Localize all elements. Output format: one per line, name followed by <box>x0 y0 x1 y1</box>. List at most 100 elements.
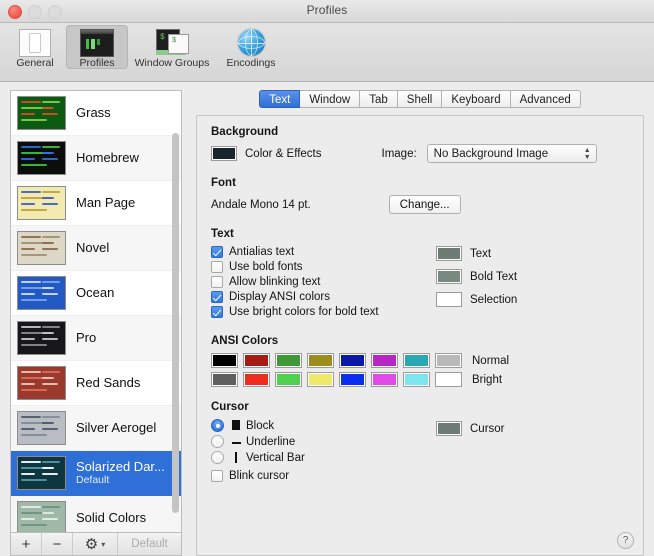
background-row: Color & Effects Image: No Background Ima… <box>211 144 629 163</box>
title-bar: Profiles <box>0 0 654 23</box>
radio-cursor-vertical-bar[interactable]: Vertical Bar <box>211 451 426 464</box>
color-well-row-selection: Selection <box>436 292 517 307</box>
profile-list-item[interactable]: Grass <box>11 91 181 136</box>
radio-label: Block <box>246 419 275 432</box>
ansi-normal-color-7[interactable] <box>435 353 462 368</box>
ansi-row-normal: Normal <box>211 353 629 368</box>
toolbar-item-general[interactable]: General <box>4 25 66 69</box>
checkbox-use-bold-fonts[interactable]: Use bold fonts <box>211 261 426 273</box>
ansi-normal-color-6[interactable] <box>403 353 430 368</box>
checkbox-allow-blinking-text[interactable]: Allow blinking text <box>211 276 426 288</box>
profile-name: Solarized Dar... <box>76 459 165 474</box>
tab-keyboard[interactable]: Keyboard <box>442 90 511 108</box>
profile-list-item[interactable]: Man Page <box>11 181 181 226</box>
font-section-title: Font <box>211 177 236 189</box>
color-effects-label: Color & Effects <box>245 147 322 160</box>
ansi-bright-color-5[interactable] <box>371 372 398 387</box>
radio-cursor-block[interactable]: Block <box>211 419 426 432</box>
selection-color-well[interactable] <box>436 292 462 307</box>
cursor-radio-group: Block Underline Vertical Bar Blink cursor <box>211 419 426 485</box>
profile-list-item[interactable]: Solid Colors <box>11 496 181 532</box>
profile-list-item[interactable]: Homebrew <box>11 136 181 181</box>
checkbox-label: Allow blinking text <box>229 276 321 288</box>
gear-icon: ⚙ <box>84 536 99 553</box>
tab-text[interactable]: Text <box>259 90 301 108</box>
cursor-color-well[interactable] <box>436 421 462 436</box>
tab-advanced[interactable]: Advanced <box>510 90 581 108</box>
toolbar-item-window-groups[interactable]: Window Groups <box>128 25 216 69</box>
profile-name: Pro <box>76 330 97 345</box>
checkbox-display-ansi-colors[interactable]: Display ANSI colors <box>211 291 426 303</box>
ansi-normal-color-2[interactable] <box>275 353 302 368</box>
profile-name: Ocean <box>76 285 115 300</box>
settings-pane: Text Window Tab Shell Keyboard Advanced Backg… <box>190 82 654 556</box>
chevron-down-icon: ▾ <box>101 539 106 549</box>
ansi-normal-color-4[interactable] <box>339 353 366 368</box>
ansi-bright-color-7[interactable] <box>435 372 462 387</box>
checkbox-box <box>211 291 223 303</box>
profile-default-badge: Default <box>76 474 110 487</box>
toolbar-item-encodings[interactable]: Encodings <box>216 25 286 69</box>
ansi-bright-color-3[interactable] <box>307 372 334 387</box>
ansi-normal-color-5[interactable] <box>371 353 398 368</box>
help-button[interactable]: ? <box>617 532 634 549</box>
cursor-options-row: Block Underline Vertical Bar Blink cursor C… <box>211 419 629 485</box>
profile-thumbnail <box>17 186 66 220</box>
ansi-row-label: Normal <box>472 354 510 367</box>
toolbar-item-profiles[interactable]: Profiles <box>66 25 128 69</box>
ansi-bright-color-4[interactable] <box>339 372 366 387</box>
ansi-normal-color-1[interactable] <box>243 353 270 368</box>
background-image-select[interactable]: No Background Image ▲ ▼ <box>426 144 597 163</box>
ansi-normal-color-0[interactable] <box>211 353 238 368</box>
window-title: Profiles <box>306 3 348 17</box>
radio-cursor-underline[interactable]: Underline <box>211 435 426 448</box>
profile-thumbnail <box>17 141 66 175</box>
cursor-underline-icon <box>230 436 242 448</box>
add-profile-button[interactable]: + <box>11 533 42 555</box>
profile-thumbnail <box>17 321 66 355</box>
radio-label: Vertical Bar <box>246 451 305 464</box>
checkbox-antialias-text[interactable]: Antialias text <box>211 246 426 258</box>
background-color-well[interactable] <box>211 146 237 161</box>
tab-shell[interactable]: Shell <box>397 90 443 108</box>
profile-thumbnail <box>17 411 66 445</box>
tab-tab[interactable]: Tab <box>360 90 398 108</box>
profile-list-footer: + − ⚙ ▾ Default <box>10 532 182 556</box>
profile-list-scrollbar[interactable] <box>172 133 179 513</box>
ansi-bright-color-6[interactable] <box>403 372 430 387</box>
ansi-bright-color-2[interactable] <box>275 372 302 387</box>
text-color-well[interactable] <box>436 246 462 261</box>
remove-profile-button[interactable]: − <box>42 533 73 555</box>
profile-list-item[interactable]: Red Sands <box>11 361 181 406</box>
profile-list-item[interactable]: Solarized Dar... Default <box>11 451 181 496</box>
ansi-normal-color-3[interactable] <box>307 353 334 368</box>
preferences-window: Profiles General Profiles Window Groups … <box>0 0 654 556</box>
profile-actions-button[interactable]: ⚙ ▾ <box>73 533 118 555</box>
profile-name: Man Page <box>76 195 136 210</box>
profile-thumbnail <box>17 276 66 310</box>
color-well-row-text: Text <box>436 246 517 261</box>
ansi-bright-color-1[interactable] <box>243 372 270 387</box>
text-options-row: Antialias text Use bold fonts Allow blinki… <box>211 246 629 321</box>
profile-list-item[interactable]: Ocean <box>11 271 181 316</box>
text-color-well-group: Text Bold Text Selection <box>436 246 517 315</box>
color-well-label: Text <box>470 247 492 260</box>
text-section-title: Text <box>211 228 234 240</box>
profile-list-item[interactable]: Pro <box>11 316 181 361</box>
profile-list-item[interactable]: Novel <box>11 226 181 271</box>
color-well-label: Selection <box>470 293 518 306</box>
cursor-color-label: Cursor <box>470 422 505 435</box>
set-default-button[interactable]: Default <box>118 533 181 555</box>
checkbox-label: Use bright colors for bold text <box>229 306 379 318</box>
text-settings-panel: Background Color & Effects Image: No Bac… <box>196 115 644 556</box>
checkbox-use-bright-colors-for-bold-text[interactable]: Use bright colors for bold text <box>211 306 426 318</box>
cursor-section-title: Cursor <box>211 401 249 413</box>
change-font-button[interactable]: Change... <box>388 195 461 214</box>
checkbox-blink-cursor[interactable]: Blink cursor <box>211 470 426 482</box>
bold-text-color-well[interactable] <box>436 269 462 284</box>
profile-list[interactable]: Grass Homebrew Man Page Novel Ocean Pro Red Sa… <box>10 90 182 532</box>
font-value: Andale Mono 14 pt. <box>211 198 311 211</box>
ansi-bright-color-0[interactable] <box>211 372 238 387</box>
profile-list-item[interactable]: Silver Aerogel <box>11 406 181 451</box>
tab-window[interactable]: Window <box>300 90 361 108</box>
